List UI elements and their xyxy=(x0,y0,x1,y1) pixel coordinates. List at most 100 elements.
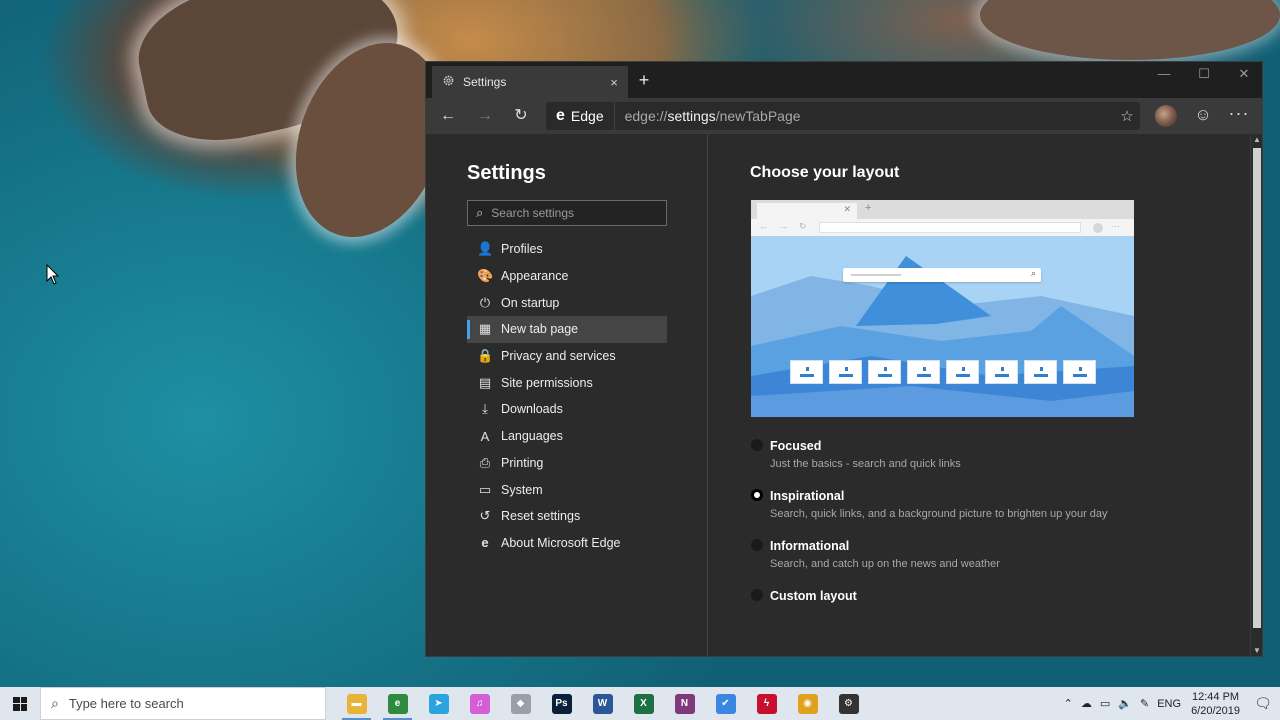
sidebar-item-label: System xyxy=(501,482,543,497)
clock-time: 12:44 PM xyxy=(1191,690,1240,703)
network-icon[interactable]: ▭ xyxy=(1096,697,1114,710)
preview-quick-links xyxy=(790,360,1100,384)
photoshop-icon: Ps xyxy=(551,693,572,714)
taskbar-app-flash[interactable]: ϟ xyxy=(746,687,787,720)
word-icon: W xyxy=(592,693,613,714)
forward-button[interactable]: → xyxy=(474,107,496,125)
wallpaper-rock xyxy=(980,0,1280,60)
sidebar-item-site-permissions[interactable]: ▤ Site permissions xyxy=(467,369,667,396)
sidebar-item-downloads[interactable]: ⤓ Downloads xyxy=(467,396,667,423)
search-icon: ⌕ xyxy=(1030,268,1036,278)
preview-tabbar: ✕ + xyxy=(751,200,1134,219)
radio-inspirational[interactable] xyxy=(751,489,763,501)
taskbar-app-file-explorer[interactable]: ▬ xyxy=(336,687,377,720)
back-button[interactable]: ← xyxy=(437,107,459,125)
close-window-button[interactable]: ✕ xyxy=(1224,66,1264,82)
taskbar-app-telegram[interactable]: ➤ xyxy=(418,687,459,720)
flash-icon: ϟ xyxy=(756,693,777,714)
taskbar-app-itunes[interactable]: ♫ xyxy=(459,687,500,720)
url-text[interactable]: edge://settings/newTabPage xyxy=(615,108,1114,124)
taskbar-app-excel[interactable]: X xyxy=(623,687,664,720)
title-bar: Settings × + — ☐ ✕ xyxy=(426,62,1262,98)
url-path: /newTabPage xyxy=(715,108,801,124)
power-icon: ⏻ xyxy=(479,294,491,310)
back-icon: ← xyxy=(759,221,768,231)
sidebar-item-about[interactable]: e About Microsoft Edge xyxy=(467,530,667,557)
chevron-up-icon[interactable]: ⌃ xyxy=(1060,697,1077,710)
minimize-button[interactable]: — xyxy=(1144,66,1184,81)
option-description: Just the basics - search and quick links xyxy=(770,458,961,470)
maximize-button[interactable]: ☐ xyxy=(1184,66,1224,82)
edge-label: Edge xyxy=(570,108,604,124)
tab-settings[interactable]: Settings × xyxy=(432,66,628,98)
clock[interactable]: 12:44 PM 6/20/2019 xyxy=(1185,690,1246,718)
radio-custom[interactable] xyxy=(751,589,763,601)
section-title: Choose your layout xyxy=(750,164,900,181)
volume-icon[interactable]: 🔈 xyxy=(1114,697,1136,710)
taskbar-apps: ▬ e ➤ ♫ ◆ Ps W X N ✔ ϟ ◉ ⚙ xyxy=(336,687,869,720)
sidebar-item-label: Downloads xyxy=(501,402,563,417)
start-button[interactable] xyxy=(0,687,40,720)
scroll-thumb[interactable] xyxy=(1253,148,1261,628)
printer-icon: ⎙ xyxy=(479,454,491,470)
onenote-icon: N xyxy=(674,693,695,714)
taskbar-app-photoshop[interactable]: Ps xyxy=(541,687,582,720)
preview-tile xyxy=(829,360,862,384)
sidebar-item-profiles[interactable]: 👤 Profiles xyxy=(467,236,667,263)
taskbar: ⌕ Type here to search ▬ e ➤ ♫ ◆ Ps W X N ✔ ϟ ◉ ⚙ ⌃ ☁… xyxy=(0,687,1280,720)
palette-icon: 🎨 xyxy=(477,268,494,284)
taskbar-app-edge[interactable]: e xyxy=(377,687,418,720)
preview-background: ⌕ xyxy=(751,236,1134,417)
feedback-smiley-icon[interactable]: ☺ xyxy=(1192,105,1214,125)
option-label: Focused xyxy=(770,439,822,453)
sidebar-item-privacy[interactable]: 🔒 Privacy and services xyxy=(467,343,667,370)
more-menu-button[interactable]: ··· xyxy=(1226,103,1252,124)
pen-icon[interactable]: ✎ xyxy=(1136,697,1153,710)
sidebar-item-new-tab-page[interactable]: ▦ New tab page xyxy=(467,316,667,343)
taskbar-app-app-globe[interactable]: ◉ xyxy=(787,687,828,720)
sidebar-item-languages[interactable]: A Languages xyxy=(467,423,667,450)
preview-tab: ✕ xyxy=(757,203,857,219)
scroll-down-icon[interactable]: ▼ xyxy=(1251,646,1263,655)
telegram-icon: ➤ xyxy=(428,693,449,714)
sidebar-item-printing[interactable]: ⎙ Printing xyxy=(467,450,667,477)
preview-avatar xyxy=(1093,223,1103,233)
option-label: Informational xyxy=(770,539,850,553)
sidebar-item-reset[interactable]: ↺ Reset settings xyxy=(467,503,667,530)
sidebar-item-appearance[interactable]: 🎨 Appearance xyxy=(467,263,667,290)
preview-tile xyxy=(907,360,940,384)
refresh-button[interactable]: ↻ xyxy=(510,107,532,125)
address-bar[interactable]: e Edge edge://settings/newTabPage ☆ xyxy=(546,102,1140,130)
url-host: settings xyxy=(667,108,716,124)
scroll-up-icon[interactable]: ▲ xyxy=(1251,135,1263,144)
radio-informational[interactable] xyxy=(751,539,763,551)
language-icon: A xyxy=(480,428,490,444)
taskbar-app-word[interactable]: W xyxy=(582,687,623,720)
sidebar-item-system[interactable]: ▭ System xyxy=(467,476,667,503)
radio-focused[interactable] xyxy=(751,439,763,451)
layout-preview-image: ✕ + ← → ↻ ··· ⌕ xyxy=(751,200,1134,417)
search-settings-input[interactable]: ⌕ Search settings xyxy=(467,200,667,226)
taskbar-app-todo[interactable]: ✔ xyxy=(705,687,746,720)
sidebar-item-label: About Microsoft Edge xyxy=(501,535,621,550)
notification-icon[interactable]: 🗨 xyxy=(1246,695,1280,712)
taskbar-app-app-grey[interactable]: ◆ xyxy=(500,687,541,720)
refresh-icon: ↻ xyxy=(799,221,807,231)
excel-icon: X xyxy=(633,693,654,714)
edge-icon: e xyxy=(387,693,408,714)
language-indicator[interactable]: ENG xyxy=(1153,698,1185,710)
more-icon: ··· xyxy=(1111,221,1120,231)
star-icon[interactable]: ☆ xyxy=(1114,107,1140,125)
taskbar-search-input[interactable]: ⌕ Type here to search xyxy=(40,687,326,720)
tab-close-button[interactable]: × xyxy=(604,75,624,90)
profile-icon: 👤 xyxy=(477,241,494,257)
taskbar-app-onenote[interactable]: N xyxy=(664,687,705,720)
page-title: Settings xyxy=(467,162,546,184)
taskbar-app-settings[interactable]: ⚙ xyxy=(828,687,869,720)
permissions-icon: ▤ xyxy=(478,374,492,390)
sidebar-item-on-startup[interactable]: ⏻ On startup xyxy=(467,289,667,316)
profile-avatar[interactable] xyxy=(1155,105,1177,127)
new-tab-button[interactable]: + xyxy=(633,70,655,91)
cloud-icon[interactable]: ☁ xyxy=(1077,697,1096,710)
page-scrollbar[interactable]: ▲ ▼ xyxy=(1250,134,1262,656)
